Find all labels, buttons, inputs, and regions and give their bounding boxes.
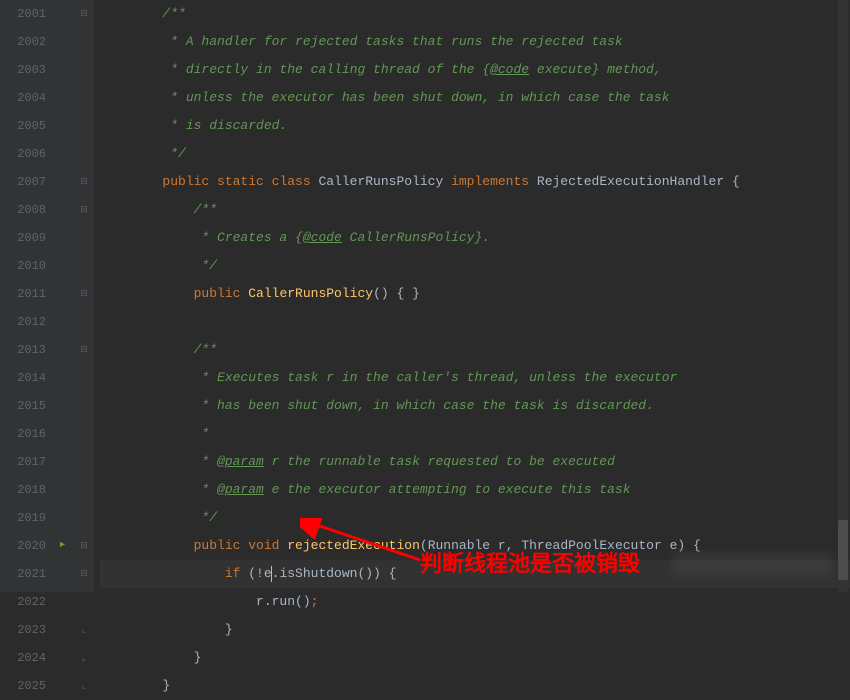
- line-number: 2019: [0, 504, 46, 532]
- line-number: 2016: [0, 420, 46, 448]
- code-line[interactable]: /**: [100, 0, 850, 28]
- line-number: 2004: [0, 84, 46, 112]
- code-line[interactable]: */: [100, 252, 850, 280]
- code-line[interactable]: * directly in the calling thread of the …: [100, 56, 850, 84]
- line-number: 2013: [0, 336, 46, 364]
- line-number: 2018: [0, 476, 46, 504]
- fold-toggle-icon[interactable]: ⊟: [79, 9, 89, 19]
- code-line[interactable]: }: [100, 644, 850, 672]
- code-line[interactable]: */: [100, 504, 850, 532]
- line-number: 2021: [0, 560, 46, 588]
- line-number: 2001: [0, 0, 46, 28]
- fold-end-icon[interactable]: ⌞: [79, 653, 89, 663]
- code-line[interactable]: /**: [100, 336, 850, 364]
- code-line[interactable]: }: [100, 616, 850, 644]
- line-number: 2006: [0, 140, 46, 168]
- line-number: 2022: [0, 588, 46, 616]
- code-line[interactable]: /**: [100, 196, 850, 224]
- code-line[interactable]: [100, 308, 850, 336]
- code-line[interactable]: * unless the executor has been shut down…: [100, 84, 850, 112]
- line-number: 2025: [0, 672, 46, 700]
- fold-toggle-icon[interactable]: ⊟: [79, 177, 89, 187]
- vcs-marker-column: ▸: [58, 0, 76, 592]
- code-line[interactable]: * Creates a {@code CallerRunsPolicy}.: [100, 224, 850, 252]
- vcs-change-icon[interactable]: ▸: [60, 540, 72, 552]
- code-line[interactable]: public CallerRunsPolicy() { }: [100, 280, 850, 308]
- code-line[interactable]: public static class CallerRunsPolicy imp…: [100, 168, 850, 196]
- line-number: 2002: [0, 28, 46, 56]
- fold-toggle-icon[interactable]: ⊟: [79, 569, 89, 579]
- code-line[interactable]: * @param e the executor attempting to ex…: [100, 476, 850, 504]
- fold-column[interactable]: ⊟⊟⊟⊟⊟⊟⊟⌞⌞⌞: [76, 0, 94, 592]
- code-line[interactable]: * A handler for rejected tasks that runs…: [100, 28, 850, 56]
- line-number: 2012: [0, 308, 46, 336]
- line-number: 2007: [0, 168, 46, 196]
- code-line[interactable]: * Executes task r in the caller's thread…: [100, 364, 850, 392]
- fold-end-icon[interactable]: ⌞: [79, 625, 89, 635]
- vertical-scrollbar[interactable]: [838, 0, 848, 592]
- line-number: 2010: [0, 252, 46, 280]
- code-line[interactable]: * @param r the runnable task requested t…: [100, 448, 850, 476]
- line-number: 2011: [0, 280, 46, 308]
- fold-toggle-icon[interactable]: ⊟: [79, 345, 89, 355]
- line-number: 2020: [0, 532, 46, 560]
- line-number: 2024: [0, 644, 46, 672]
- fold-toggle-icon[interactable]: ⊟: [79, 205, 89, 215]
- scroll-thumb[interactable]: [838, 520, 848, 580]
- code-line[interactable]: * is discarded.: [100, 112, 850, 140]
- fold-toggle-icon[interactable]: ⊟: [79, 541, 89, 551]
- line-number: 2015: [0, 392, 46, 420]
- code-line[interactable]: }: [100, 672, 850, 700]
- line-number: 2009: [0, 224, 46, 252]
- line-number: 2003: [0, 56, 46, 84]
- code-line[interactable]: * has been shut down, in which case the …: [100, 392, 850, 420]
- line-number: 2023: [0, 616, 46, 644]
- code-area[interactable]: /** * A handler for rejected tasks that …: [94, 0, 850, 592]
- line-number: 2014: [0, 364, 46, 392]
- code-editor[interactable]: 2001200220032004200520062007200820092010…: [0, 0, 850, 592]
- code-line[interactable]: r.run();: [100, 588, 850, 616]
- fold-end-icon[interactable]: ⌞: [79, 681, 89, 691]
- code-line[interactable]: *: [100, 420, 850, 448]
- line-number: 2005: [0, 112, 46, 140]
- line-number-gutter: 2001200220032004200520062007200820092010…: [0, 0, 58, 592]
- watermark-smudge: [672, 552, 832, 576]
- line-number: 2008: [0, 196, 46, 224]
- line-number: 2017: [0, 448, 46, 476]
- code-line[interactable]: */: [100, 140, 850, 168]
- fold-toggle-icon[interactable]: ⊟: [79, 289, 89, 299]
